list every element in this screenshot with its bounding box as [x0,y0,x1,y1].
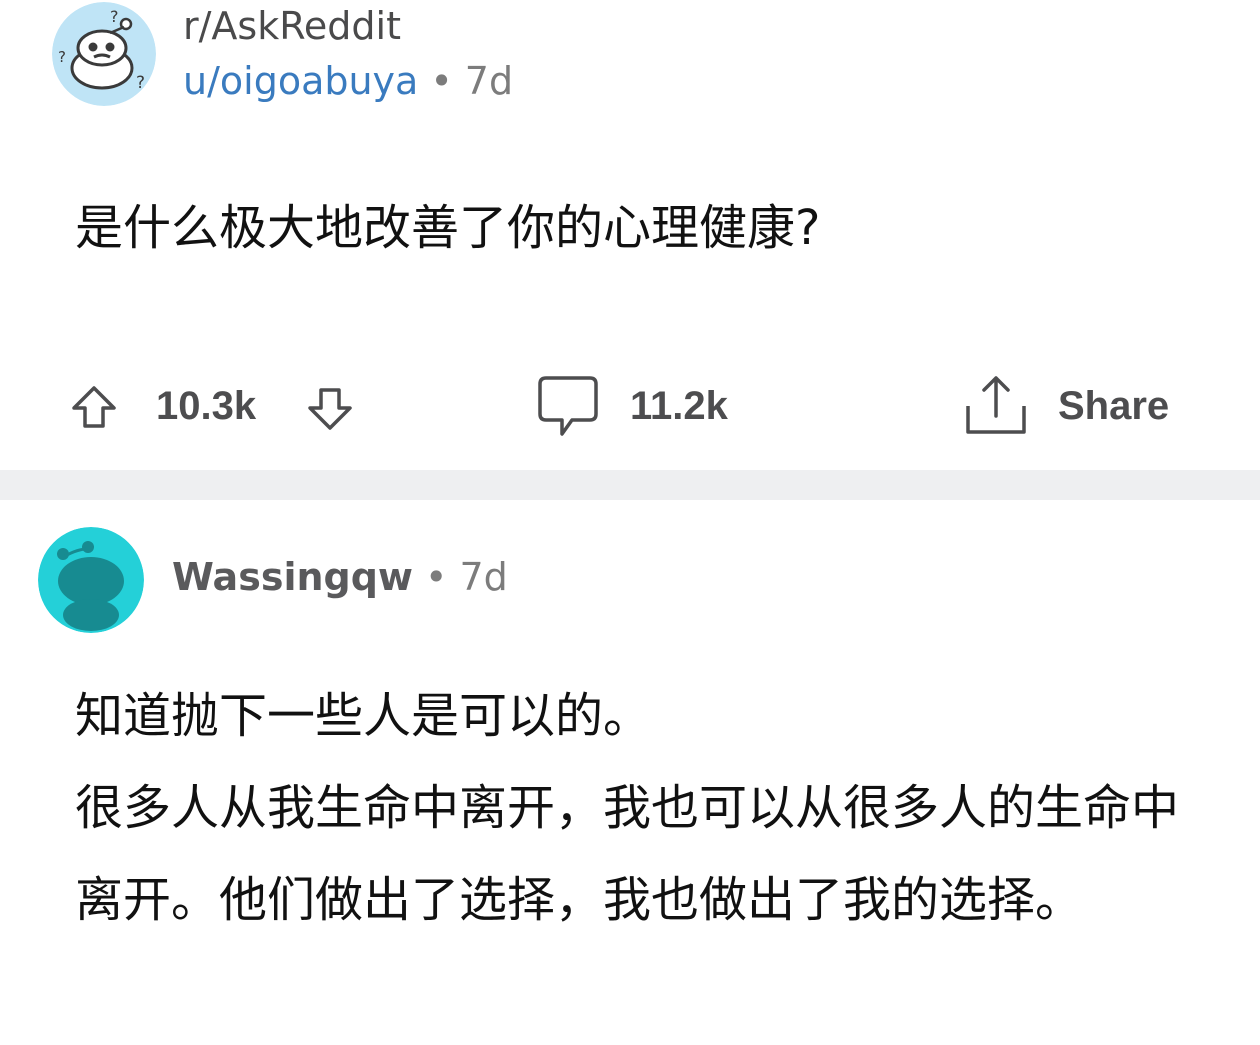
downvote-arrow-icon[interactable] [306,384,354,436]
comment-body: 知道抛下一些人是可以的。 很多人从我生命中离开，我也可以从很多人的生命中离开。他… [75,670,1195,946]
svg-text:?: ? [58,48,66,66]
subreddit-name[interactable]: r/AskReddit [183,4,401,48]
section-divider [0,470,1260,500]
snoo-confused-icon[interactable]: ? ? ? [52,2,156,106]
comment-card: Wassingqw • 7d 知道抛下一些人是可以的。 很多人从我生命中离开，我也可… [0,500,1260,1045]
comment-count: 11.2k [630,384,728,428]
comment-meta: Wassingqw • 7d [172,554,508,600]
share-icon[interactable] [964,372,1028,440]
svg-text:?: ? [136,73,145,93]
comment-author[interactable]: Wassingqw [172,555,413,599]
post-actions-bar: 10.3k 11.2k Share [0,370,1260,442]
comment-age: 7d [459,555,508,599]
upvote-arrow-icon[interactable] [70,384,118,436]
post-card: ? ? ? r/AskReddit u/oigoabuya • 7d 是什么极大地改… [0,0,1260,470]
comment-paragraph: 很多人从我生命中离开，我也可以从很多人的生命中离开。他们做出了选择，我也做出了我… [75,780,1180,928]
post-age: 7d [464,59,514,103]
comment-bubble-icon[interactable] [536,374,600,442]
upvote-count: 10.3k [156,384,257,428]
snoo-avatar-icon[interactable] [38,527,144,633]
svg-text:?: ? [110,7,119,26]
comment-paragraph: 知道抛下一些人是可以的。 [75,688,652,744]
post-meta: u/oigoabuya • 7d [183,58,513,104]
share-button[interactable]: Share [1058,370,1169,442]
meta-separator: • [425,555,448,599]
post-title[interactable]: 是什么极大地改善了你的心理健康? [75,196,820,260]
meta-separator: • [430,59,453,103]
post-author[interactable]: u/oigoabuya [183,59,418,103]
